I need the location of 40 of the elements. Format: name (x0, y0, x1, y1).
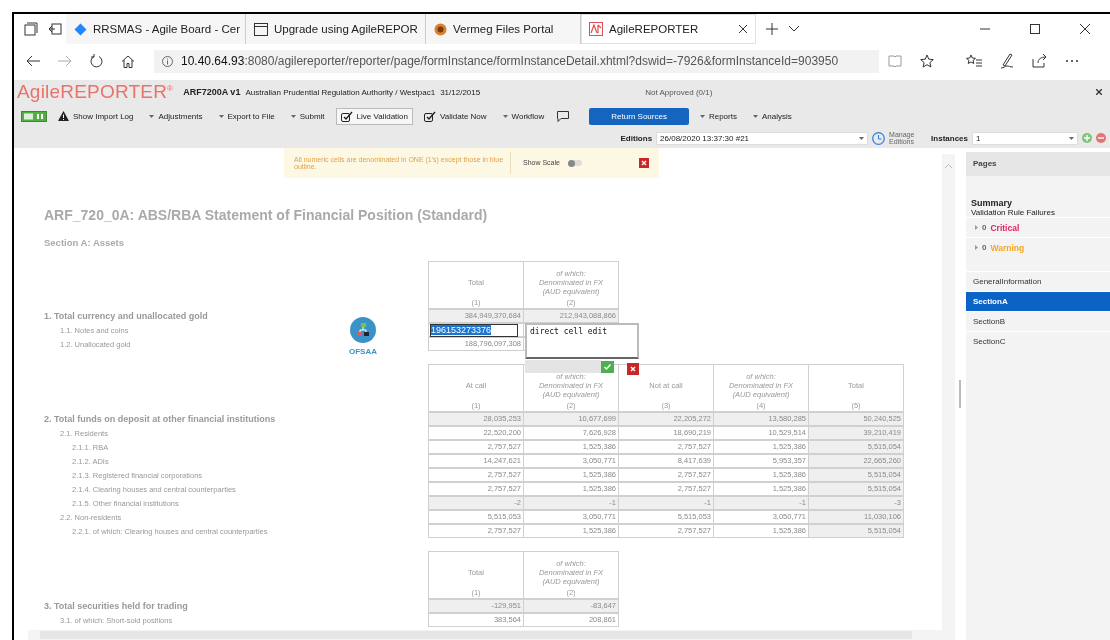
section-heading: Section A: Assets (44, 237, 126, 248)
browser-tab[interactable]: Upgrade using AgileREPOR (246, 14, 426, 44)
browser-tab[interactable]: AgileREPORTER (581, 14, 756, 44)
page-item[interactable]: SectionA (966, 291, 1110, 311)
failure-row[interactable]: 0 Critical (966, 217, 1110, 237)
browser-tab[interactable]: Vermeg Files Portal (426, 14, 581, 44)
editions-label: Editions (620, 133, 653, 143)
comment-field[interactable]: direct cell edit (525, 323, 639, 359)
row-heading: 3. Total securities held for trading (44, 601, 188, 611)
address-field[interactable]: 10.40.64.93:8080/agilereporter/reporter/page/formInstance/formInstanceDetail.xhtml?dswid=-7926&formInstanceId=903950 (154, 49, 879, 73)
badge-label: OFSAA (349, 347, 377, 356)
validation-button[interactable]: Live Validation (335, 107, 413, 125)
failure-row[interactable]: 0 Warning (966, 237, 1110, 257)
entity-name: Australian Prudential Regulation Authority / Westpac1 (245, 87, 436, 97)
row-heading: 2. Total funds on deposit at other financial institutions (44, 414, 276, 424)
menu-button[interactable]: Submit (285, 108, 330, 124)
approval-status: Not Approved (0/1) (645, 87, 713, 97)
page-item[interactable]: SectionC (966, 331, 1110, 351)
editions-select[interactable]: 26/08/2020 13:37:30 #21 (656, 131, 869, 145)
import-log-button[interactable]: Show Import Log (53, 108, 139, 124)
instances-select[interactable]: 1 (972, 131, 1078, 145)
menu-button[interactable]: Reports (694, 108, 742, 124)
return-sources-button[interactable]: Return Sources (589, 107, 689, 125)
browser-tab[interactable]: RRSMAS - Agile Board - Cer (66, 14, 246, 44)
summary-heading: Summary (971, 198, 1014, 208)
row-heading: 1. Total currency and unallocated gold (44, 311, 208, 321)
cell-input[interactable]: 196153273376 (430, 324, 518, 337)
validation-button[interactable]: Validate Now (419, 107, 492, 125)
app-logo: AgileREPORTER$^{®}$ (17, 81, 174, 103)
page-item[interactable]: SectionB (966, 311, 1110, 331)
form-title: ARF_720_0A: ABS/RBA Statement of Financial Position (Standard) (44, 207, 489, 223)
pages-header: Pages (966, 152, 1110, 176)
menu-button[interactable]: Adjustments (144, 108, 208, 124)
menu-button[interactable]: Workflow (497, 108, 550, 124)
failures-label: Validation Rule Failures (971, 208, 1056, 217)
instances-label: Instances (931, 133, 968, 143)
form-code: ARF7200A v1 (183, 87, 241, 97)
menu-button[interactable]: Analysis (747, 108, 797, 124)
menu-button[interactable]: Export to File (213, 108, 280, 124)
reporting-date: 31/12/2015 (440, 87, 481, 97)
